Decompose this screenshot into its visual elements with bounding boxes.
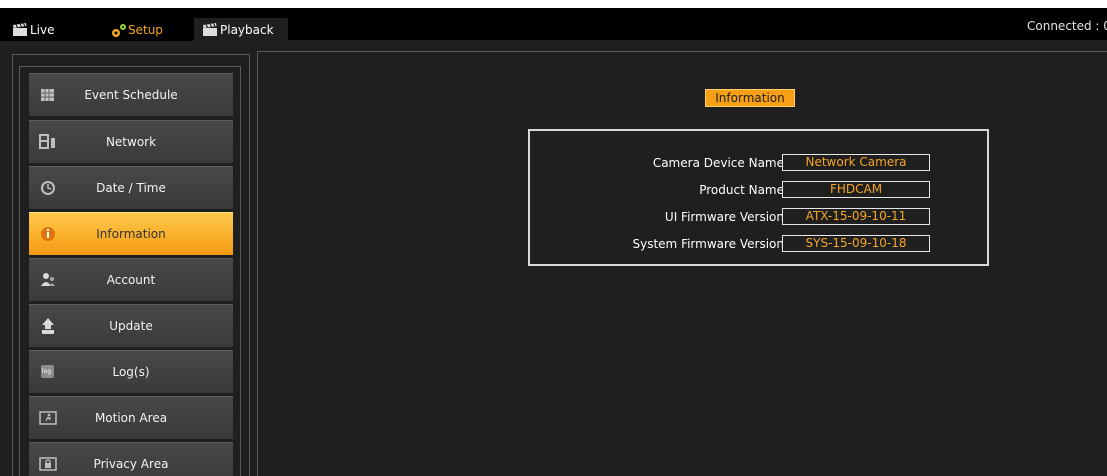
info-row-product-name: Product Name FHDCAM	[530, 180, 991, 200]
info-row-camera-device-name: Camera Device Name Network Camera	[530, 153, 991, 173]
sidebar-item-label: Event Schedule	[84, 88, 178, 102]
sidebar-item-label: Account	[106, 273, 156, 287]
sidebar-item-label: Privacy Area	[93, 457, 169, 471]
information-box: Camera Device Name Network Camera Produc…	[528, 129, 989, 266]
sidebar-item-privacy-area[interactable]: Privacy Area	[29, 442, 233, 476]
tab-setup[interactable]: Setup	[100, 18, 192, 41]
sidebar-item-label: Network	[105, 135, 157, 149]
info-row-ui-firmware-version: UI Firmware Version ATX-15-09-10-11	[530, 207, 991, 227]
sidebar-item-label: Information	[96, 227, 166, 241]
info-row-system-firmware-version: System Firmware Version SYS-15-09-10-18	[530, 234, 991, 254]
sidebar-item-account[interactable]: Account	[29, 258, 233, 301]
calendar-icon	[39, 86, 57, 104]
field-label: System Firmware Version	[632, 237, 785, 251]
field-value: SYS-15-09-10-18	[782, 235, 930, 252]
sidebar-item-network[interactable]: Network	[29, 120, 233, 163]
sidebar-item-motion-area[interactable]: Motion Area	[29, 396, 233, 439]
upload-icon	[39, 317, 57, 335]
log-icon: log	[39, 363, 57, 381]
sidebar-item-information[interactable]: Information	[29, 212, 233, 255]
sidebar-item-label: Motion Area	[94, 411, 168, 425]
svg-text:log: log	[42, 368, 51, 375]
sidebar-item-logs[interactable]: log Log(s)	[29, 350, 233, 393]
clapperboard-icon	[12, 22, 28, 37]
lock-icon	[39, 455, 57, 473]
clock-icon	[39, 179, 57, 197]
network-icon	[39, 133, 57, 151]
sidebar-item-label: Update	[109, 319, 153, 333]
tab-live-label: Live	[30, 22, 55, 37]
sidebar-item-update[interactable]: Update	[29, 304, 233, 347]
app-window: Live Setup Playback Connected : 0 Event …	[0, 8, 1107, 476]
connection-status: Connected : 0	[1027, 19, 1107, 33]
tab-playback-label: Playback	[220, 22, 274, 37]
field-value: ATX-15-09-10-11	[782, 208, 930, 225]
field-label: Camera Device Name	[652, 156, 784, 170]
field-label: Product Name	[699, 183, 784, 197]
motion-icon	[39, 409, 57, 427]
sidebar-item-label: Log(s)	[112, 365, 150, 379]
gears-icon	[110, 23, 126, 37]
section-title: Information	[705, 89, 795, 107]
sidebar-item-date-time[interactable]: Date / Time	[29, 166, 233, 209]
field-value: Network Camera	[782, 154, 930, 171]
field-value: FHDCAM	[782, 181, 930, 198]
field-label: UI Firmware Version	[664, 210, 784, 224]
sidebar-item-event-schedule[interactable]: Event Schedule	[29, 73, 233, 116]
top-bar: Live Setup Playback Connected : 0	[0, 8, 1107, 41]
tab-live[interactable]: Live	[0, 18, 100, 41]
sidebar-item-label: Date / Time	[96, 181, 166, 195]
info-icon	[39, 225, 57, 243]
tab-playback[interactable]: Playback	[194, 18, 288, 41]
clapperboard-icon	[202, 22, 218, 37]
tab-setup-label: Setup	[128, 22, 163, 37]
users-icon	[39, 271, 57, 289]
